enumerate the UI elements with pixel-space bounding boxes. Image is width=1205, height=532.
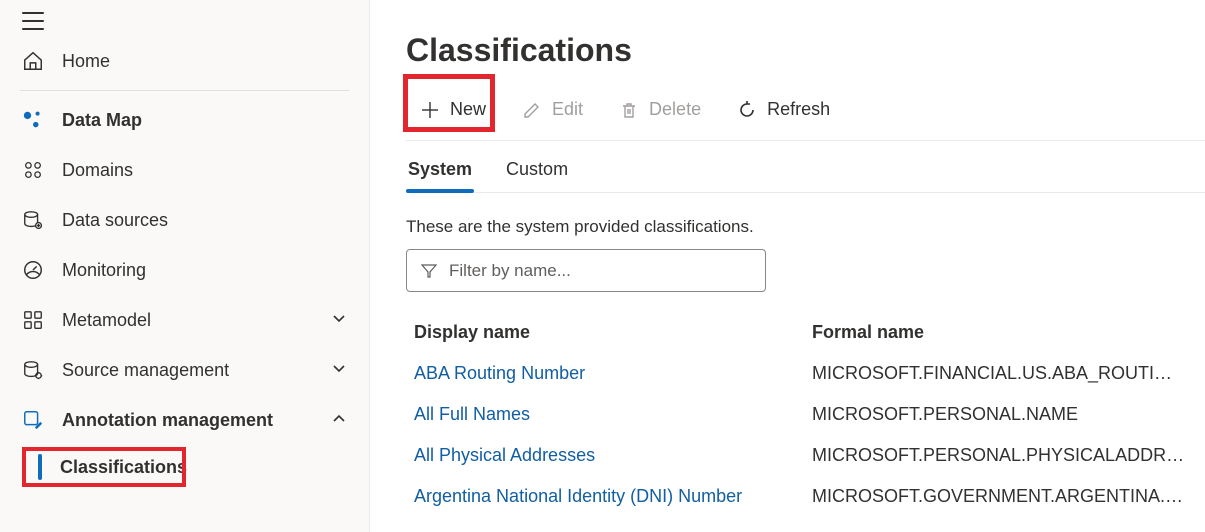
sourcemanagement-icon xyxy=(22,359,44,381)
chevron-up-icon xyxy=(331,410,347,431)
table-header: Display name Formal name xyxy=(406,314,1205,353)
domains-icon xyxy=(22,159,44,181)
classification-table: Display name Formal name ABA Routing Num… xyxy=(406,314,1205,517)
chevron-down-icon xyxy=(331,360,347,381)
col-header-formal[interactable]: Formal name xyxy=(812,322,1197,343)
table-row[interactable]: ABA Routing Number MICROSOFT.FINANCIAL.U… xyxy=(406,353,1205,394)
new-button[interactable]: New xyxy=(406,93,500,126)
cell-display-name[interactable]: All Full Names xyxy=(414,404,812,425)
delete-button-label: Delete xyxy=(649,99,701,120)
nav-annotationmanagement[interactable]: Annotation management xyxy=(0,395,369,445)
nav-datasources-label: Data sources xyxy=(62,210,168,231)
table-row[interactable]: All Full Names MICROSOFT.PERSONAL.NAME xyxy=(406,394,1205,435)
edit-button[interactable]: Edit xyxy=(508,93,597,126)
monitoring-icon xyxy=(22,259,44,281)
hamburger-menu-button[interactable] xyxy=(0,4,369,36)
delete-icon xyxy=(619,100,639,120)
nav-datasources[interactable]: Data sources xyxy=(0,195,369,245)
filter-input[interactable] xyxy=(449,261,751,281)
hamburger-icon xyxy=(22,12,44,30)
plus-icon xyxy=(420,100,440,120)
col-header-display[interactable]: Display name xyxy=(414,322,812,343)
nav-sourcemanagement-label: Source management xyxy=(62,360,229,381)
nav-monitoring[interactable]: Monitoring xyxy=(0,245,369,295)
tab-system[interactable]: System xyxy=(406,159,474,192)
tab-custom[interactable]: Custom xyxy=(504,159,570,192)
filter-box[interactable] xyxy=(406,249,766,292)
nav-monitoring-label: Monitoring xyxy=(62,260,146,281)
table-row[interactable]: Argentina National Identity (DNI) Number… xyxy=(406,476,1205,517)
refresh-icon xyxy=(737,100,757,120)
nav-sub-classifications[interactable]: Classifications xyxy=(0,445,369,489)
datasources-icon xyxy=(22,209,44,231)
nav-section-datamap[interactable]: Data Map xyxy=(0,95,369,145)
nav-sourcemanagement[interactable]: Source management xyxy=(0,345,369,395)
cell-formal-name: MICROSOFT.FINANCIAL.US.ABA_ROUTING_NU… xyxy=(812,363,1197,384)
toolbar: New Edit Delete Refres xyxy=(406,93,1205,141)
cell-display-name[interactable]: All Physical Addresses xyxy=(414,445,812,466)
nav-home[interactable]: Home xyxy=(0,36,369,86)
nav-sub-classifications-label: Classifications xyxy=(60,457,187,478)
page-title: Classifications xyxy=(406,32,1205,69)
cell-formal-name: MICROSOFT.PERSONAL.PHYSICALADDRESS xyxy=(812,445,1197,466)
active-indicator xyxy=(38,454,42,480)
refresh-button-label: Refresh xyxy=(767,99,830,120)
edit-button-label: Edit xyxy=(552,99,583,120)
nav-domains-label: Domains xyxy=(62,160,133,181)
table-row[interactable]: All Physical Addresses MICROSOFT.PERSONA… xyxy=(406,435,1205,476)
cell-formal-name: MICROSOFT.PERSONAL.NAME xyxy=(812,404,1197,425)
nav-annotation-label: Annotation management xyxy=(62,410,273,431)
annotation-icon xyxy=(22,409,44,431)
nav-metamodel[interactable]: Metamodel xyxy=(0,295,369,345)
nav-home-label: Home xyxy=(62,51,110,72)
tab-hint: These are the system provided classifica… xyxy=(406,217,1205,237)
nav-metamodel-label: Metamodel xyxy=(62,310,151,331)
nav-section-label: Data Map xyxy=(62,110,142,131)
main-content: Classifications New Edit De xyxy=(370,0,1205,532)
sidebar: Home Data Map Domains xyxy=(0,0,370,532)
home-icon xyxy=(22,50,44,72)
datamap-icon xyxy=(22,109,44,131)
refresh-button[interactable]: Refresh xyxy=(723,93,844,126)
nav-domains[interactable]: Domains xyxy=(0,145,369,195)
delete-button[interactable]: Delete xyxy=(605,93,715,126)
new-button-label: New xyxy=(450,99,486,120)
metamodel-icon xyxy=(22,309,44,331)
chevron-down-icon xyxy=(331,310,347,331)
tabs: System Custom xyxy=(406,159,1205,193)
filter-icon xyxy=(421,263,437,279)
cell-display-name[interactable]: ABA Routing Number xyxy=(414,363,812,384)
nav-divider xyxy=(20,90,349,91)
cell-display-name[interactable]: Argentina National Identity (DNI) Number xyxy=(414,486,812,507)
cell-formal-name: MICROSOFT.GOVERNMENT.ARGENTINA.DNI_… xyxy=(812,486,1197,507)
edit-icon xyxy=(522,100,542,120)
